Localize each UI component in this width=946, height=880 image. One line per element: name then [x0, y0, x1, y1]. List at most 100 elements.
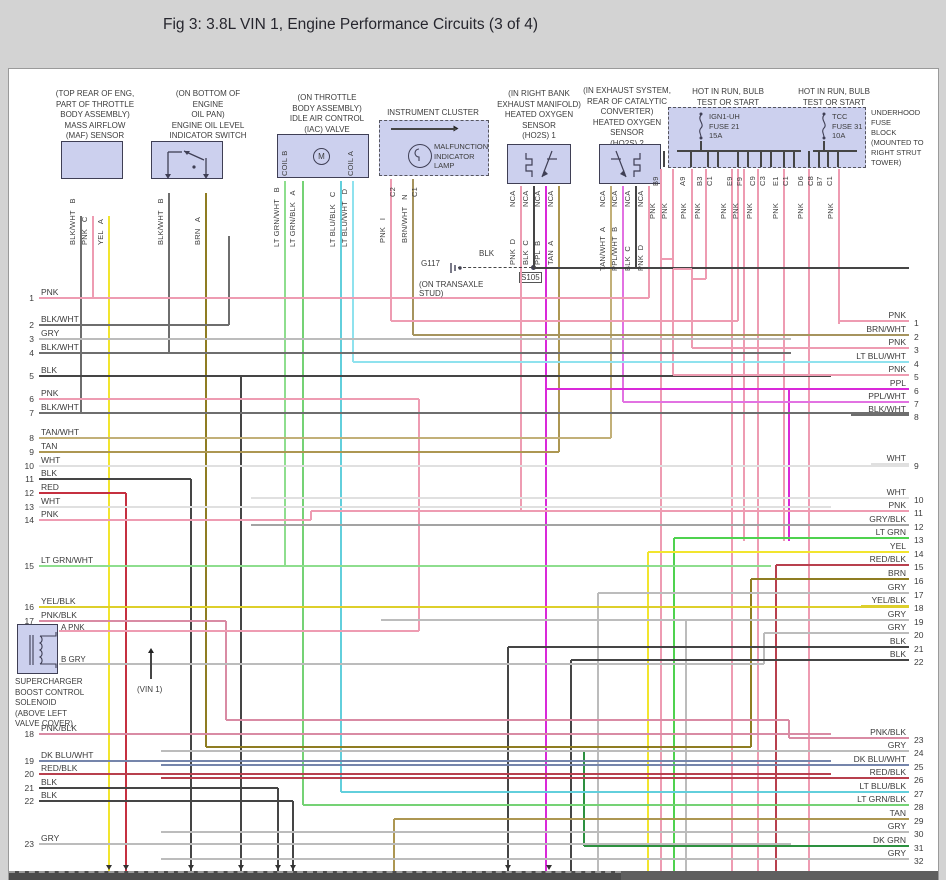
wire-segment [690, 151, 692, 167]
right-circuit-number: 21 [914, 644, 923, 654]
iac-valve-label: (ON THROTTLE BODY ASSEMBLY) IDLE AIR CON… [269, 93, 385, 135]
left-circuit-wire [39, 492, 126, 494]
wire-segment [707, 151, 709, 167]
rotated-wire-label: BLK/WHT B [68, 183, 78, 245]
diagram-annotation: (ON TRANSAXLE STUD) [419, 280, 483, 298]
left-circuit-number: 10 [16, 461, 34, 471]
right-circuit-number: 4 [914, 359, 919, 369]
right-wire-color-label: GRY/BLK [746, 514, 906, 524]
wire-segment [737, 169, 739, 321]
rotated-wire-label: PNK [719, 193, 729, 219]
pcm-entry-arrow-icon [238, 865, 244, 870]
wire-segment [340, 181, 342, 792]
right-wire-color-label: GRY [746, 582, 906, 592]
right-wire-color-label: PNK [746, 500, 906, 510]
left-circuit-number: 16 [16, 602, 34, 612]
rotated-wire-label: PNK D [636, 211, 646, 271]
left-wire-color-label: LT GRN/WHT [41, 555, 93, 565]
right-wire-color-label: LT GRN [746, 527, 906, 537]
wire-segment [737, 151, 739, 167]
boost-solenoid-box [17, 624, 58, 674]
ho2s1-box [507, 144, 571, 184]
left-circuit-number: 23 [16, 839, 34, 849]
left-wire-color-label: PNK/BLK [41, 723, 77, 733]
left-circuit-number: 1 [16, 293, 34, 303]
left-circuit-wire [39, 733, 831, 735]
rotated-wire-label: A9 [678, 170, 688, 186]
right-wire-color-label: WHT [746, 453, 906, 463]
right-wire-color-label: RED/BLK [746, 767, 906, 777]
right-circuit-number: 3 [914, 345, 919, 355]
left-wire-color-label: BLK/WHT [41, 342, 79, 352]
right-circuit-number: 28 [914, 802, 923, 812]
rotated-wire-label: C1 [410, 183, 420, 197]
wire-segment [150, 653, 152, 679]
left-wire-color-label: BLK [41, 468, 57, 478]
right-wire-color-label: BRN/WHT [746, 324, 906, 334]
wire-segment [743, 169, 745, 541]
left-circuit-number: 5 [16, 371, 34, 381]
left-circuit-wire [39, 478, 191, 480]
right-circuit-number: 27 [914, 789, 923, 799]
left-circuit-wire [39, 451, 559, 453]
right-circuit-number: 31 [914, 843, 923, 853]
pcm-connector-band-left [9, 871, 621, 880]
left-wire-color-label: GRY [41, 833, 59, 843]
right-wire-color-label: YEL/BLK [746, 595, 906, 605]
wire-segment [747, 151, 749, 167]
right-circuit-wire [341, 791, 909, 793]
right-circuit-wire [623, 401, 909, 403]
right-circuit-wire [413, 334, 909, 336]
right-circuit-wire [251, 524, 909, 526]
maf-sensor-label: (TOP REAR OF ENG, PART OF THROTTLE BODY … [31, 89, 159, 142]
lamp-filament-icon [408, 144, 430, 166]
rotated-wire-label: PNK [648, 193, 658, 219]
wire-segment [534, 267, 909, 269]
left-circuit-number: 7 [16, 408, 34, 418]
left-circuit-wire [39, 465, 909, 467]
wire-segment [352, 181, 354, 362]
right-circuit-number: 16 [914, 576, 923, 586]
right-wire-color-label: DK GRN [746, 835, 906, 845]
left-wire-color-label: TAN [41, 441, 57, 451]
right-circuit-number: 26 [914, 775, 923, 785]
wire-segment [760, 151, 762, 167]
right-circuit-wire [776, 564, 909, 566]
right-circuit-wire [311, 510, 909, 512]
right-circuit-wire [571, 659, 909, 661]
rotated-wire-label: C3 [758, 170, 768, 186]
left-circuit-number: 22 [16, 796, 34, 806]
left-circuit-wire [39, 800, 293, 802]
left-circuit-number: 13 [16, 502, 34, 512]
fuse21-symbol-icon [695, 111, 707, 141]
left-circuit-number: 3 [16, 334, 34, 344]
fuse21-hot-label: HOT IN RUN, BULB TEST OR START [669, 87, 787, 108]
wire-segment [92, 216, 94, 298]
left-circuit-wire [39, 437, 611, 439]
left-wire-color-label: PNK [41, 388, 58, 398]
rotated-wire-label: PPL/WHT B [610, 211, 620, 271]
left-circuit-number: 9 [16, 447, 34, 457]
left-circuit-wire [39, 773, 831, 775]
right-circuit-wire [161, 764, 909, 766]
left-wire-color-label: WHT [41, 496, 60, 506]
right-circuit-wire [839, 320, 909, 322]
right-circuit-number: 12 [914, 522, 923, 532]
rotated-wire-label: BLK/WHT B [156, 183, 166, 245]
rotated-wire-label: C9 [748, 170, 758, 186]
right-circuit-number: 22 [914, 657, 923, 667]
right-wire-color-label: BRN [746, 568, 906, 578]
right-circuit-wire [851, 414, 909, 416]
wire-segment [225, 621, 227, 720]
rotated-wire-label: C2 [388, 183, 398, 197]
left-circuit-number: 2 [16, 320, 34, 330]
right-circuit-wire [789, 737, 909, 739]
right-circuit-number: 6 [914, 386, 919, 396]
right-circuit-wire [394, 818, 909, 820]
right-circuit-number: 8 [914, 412, 919, 422]
right-circuit-number: 15 [914, 562, 923, 572]
diagram-annotation: A PNK [61, 623, 85, 632]
pcm-entry-arrow-icon [290, 865, 296, 870]
left-circuit-number: 6 [16, 394, 34, 404]
wire-segment [412, 179, 414, 335]
